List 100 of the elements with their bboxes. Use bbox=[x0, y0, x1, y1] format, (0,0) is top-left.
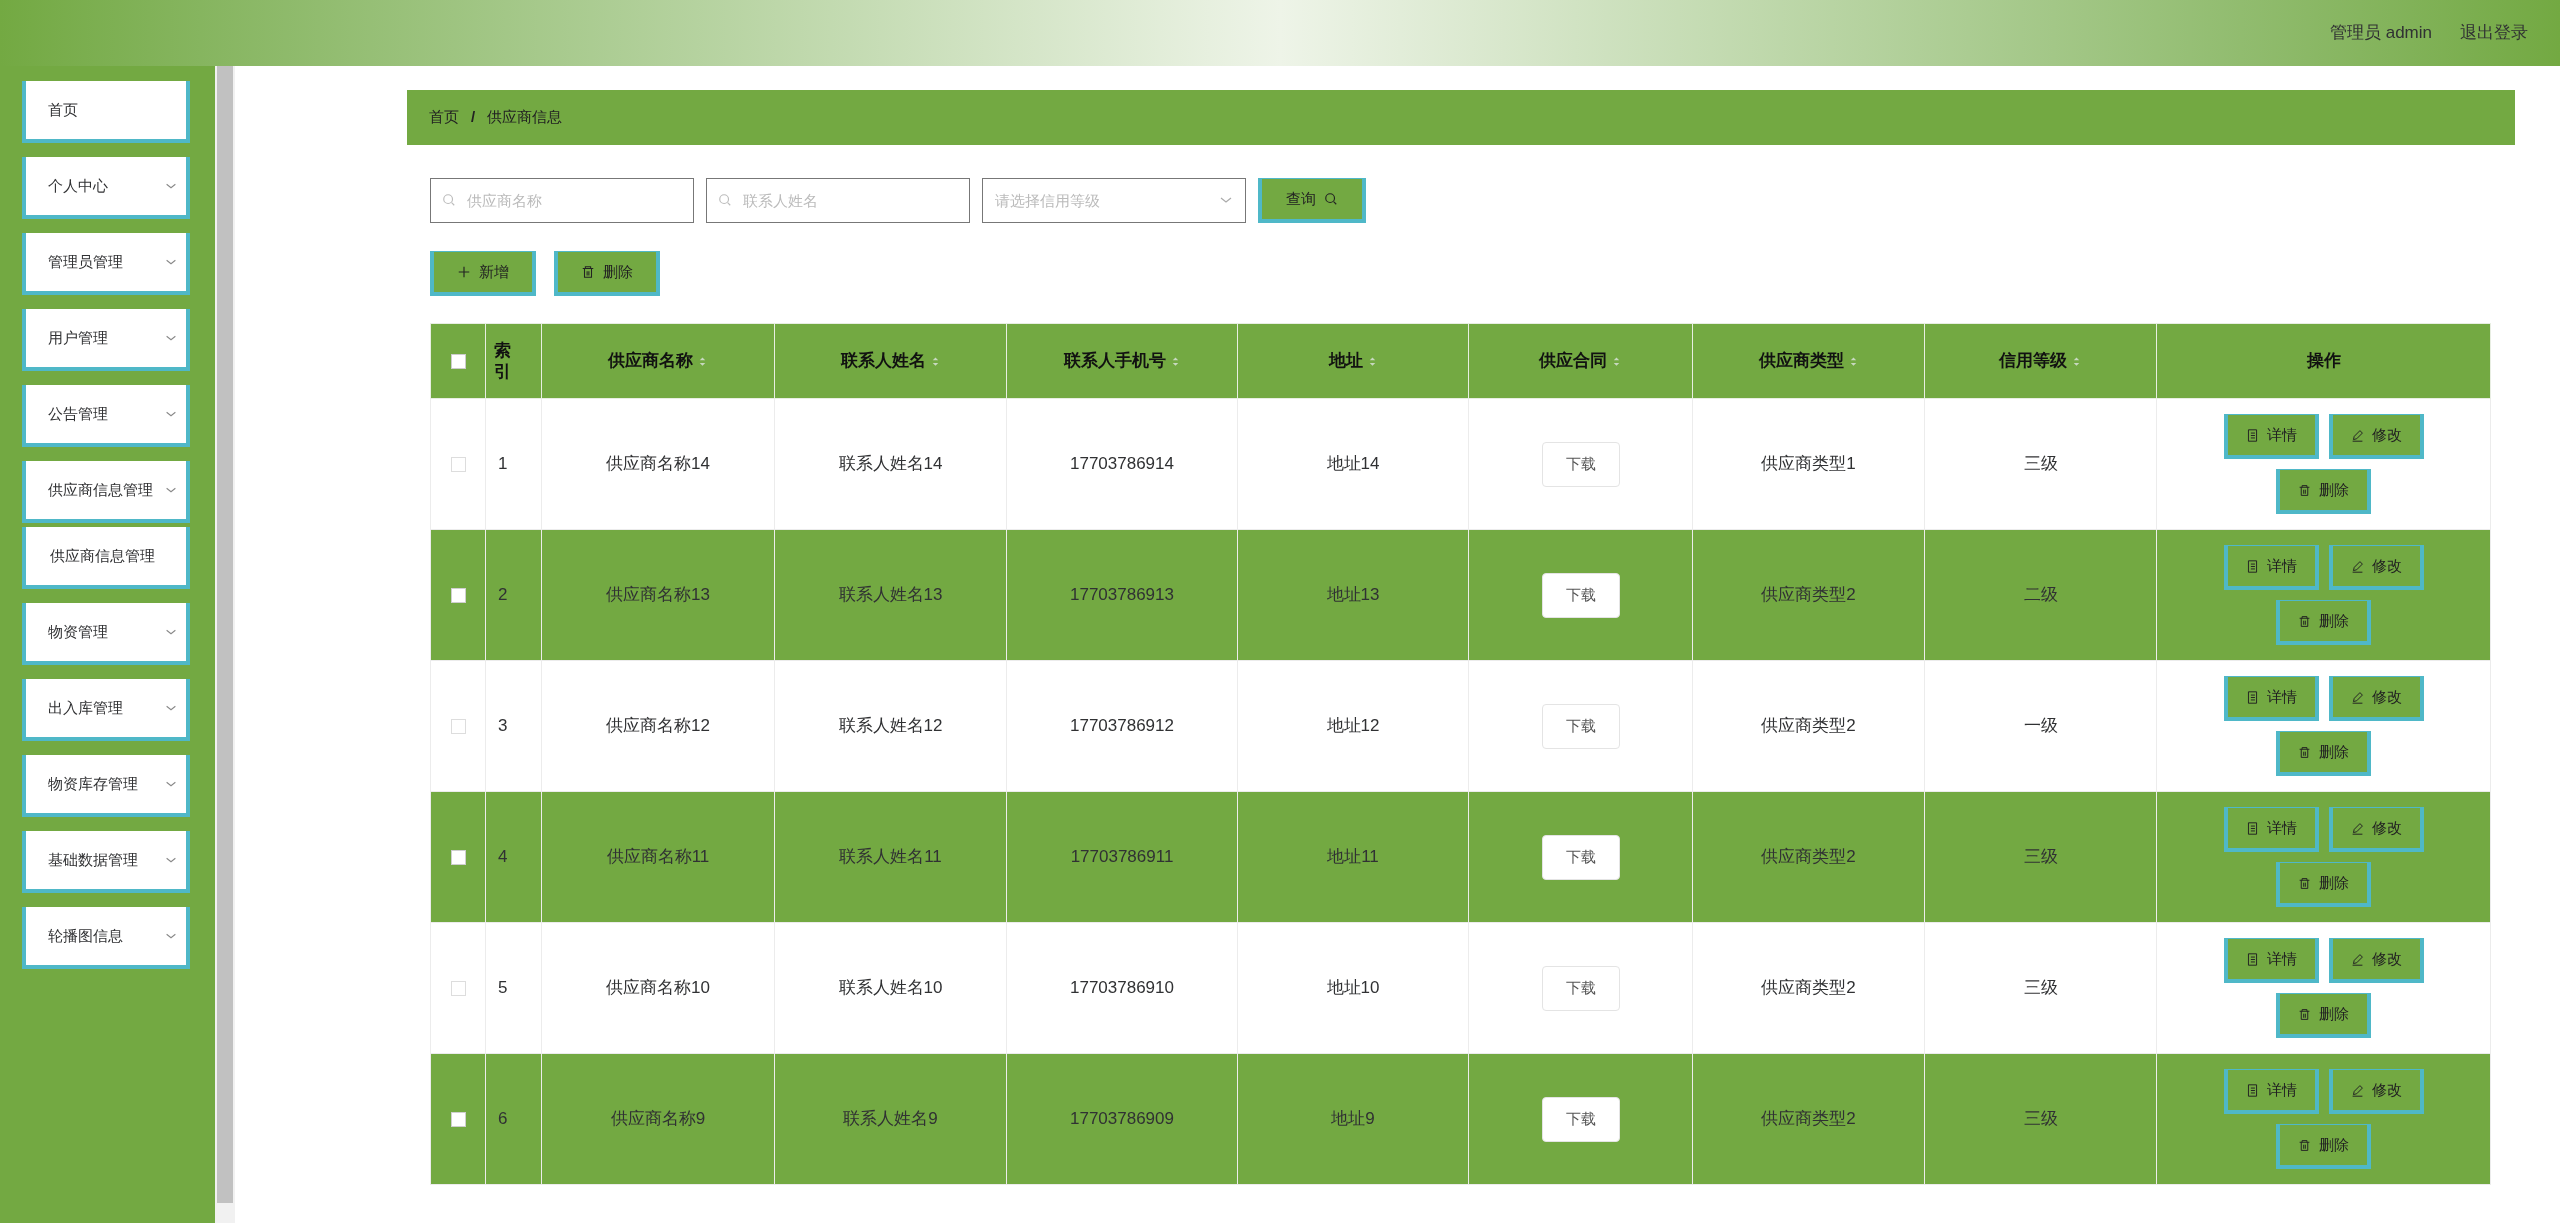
delete-button[interactable]: 删除 bbox=[2276, 469, 2371, 514]
row-checkbox[interactable] bbox=[450, 1112, 466, 1128]
column-header[interactable]: 联系人姓名 bbox=[840, 348, 926, 374]
details-button[interactable]: 详情 bbox=[2223, 938, 2319, 983]
table-cell: 供应商类型1 bbox=[1761, 454, 1856, 474]
table-cell: 地址14 bbox=[1326, 454, 1380, 474]
document-icon bbox=[2245, 1083, 2259, 1097]
document-icon bbox=[2245, 952, 2259, 966]
table-cell: 供应商类型2 bbox=[1761, 847, 1856, 867]
row-checkbox[interactable] bbox=[450, 457, 466, 473]
user-label: 管理员 admin bbox=[2329, 22, 2432, 45]
select-field[interactable]: 请选择信用等级 bbox=[982, 178, 1246, 223]
column-header[interactable]: 供应合同 bbox=[1539, 348, 1607, 374]
row-checkbox[interactable] bbox=[450, 719, 466, 735]
column-header: 索引 bbox=[494, 339, 511, 383]
row-checkbox[interactable] bbox=[450, 588, 466, 604]
delete-button[interactable]: 删除 bbox=[2276, 600, 2371, 645]
table-cell: 联系人姓名13 bbox=[838, 585, 943, 605]
edit-button[interactable]: 修改 bbox=[2328, 1069, 2424, 1114]
breadcrumb-item[interactable]: 首页 bbox=[429, 106, 459, 129]
sidebar-menu-item[interactable]: 出入库管理 bbox=[22, 679, 190, 741]
add-button[interactable]: 新增 bbox=[430, 251, 536, 296]
table-cell: 17703786913 bbox=[1070, 585, 1174, 605]
table-cell: 供应商类型2 bbox=[1761, 585, 1856, 605]
edit-button[interactable]: 修改 bbox=[2328, 676, 2424, 721]
delete-button[interactable]: 删除 bbox=[2276, 1124, 2371, 1169]
sidebar-menu-item[interactable]: 公告管理 bbox=[22, 385, 190, 447]
scrollbar[interactable] bbox=[215, 66, 235, 1223]
table-cell: 供应商名称12 bbox=[606, 716, 710, 736]
details-button[interactable]: 详情 bbox=[2223, 545, 2319, 590]
table-cell: 联系人姓名9 bbox=[843, 1109, 938, 1129]
sidebar-menu-item[interactable]: 物资库存管理 bbox=[22, 755, 190, 817]
query-button[interactable]: 查询 bbox=[1258, 178, 1366, 223]
search-field[interactable]: 供应商名称 bbox=[430, 178, 694, 223]
edit-button[interactable]: 修改 bbox=[2328, 545, 2424, 590]
sidebar-menu-item[interactable]: 个人中心 bbox=[22, 157, 190, 219]
table-cell: 供应商名称9 bbox=[610, 1109, 706, 1129]
details-button[interactable]: 详情 bbox=[2223, 414, 2319, 459]
sidebar-menu-item[interactable]: 轮播图信息 bbox=[22, 907, 190, 969]
sort-icon bbox=[2071, 354, 2082, 368]
table-cell: 三级 bbox=[2023, 1109, 2058, 1129]
download-button[interactable]: 下载 bbox=[1541, 441, 1620, 487]
table-cell: 17703786909 bbox=[1070, 1109, 1174, 1129]
row-checkbox[interactable] bbox=[450, 981, 466, 997]
select-all-checkbox[interactable] bbox=[450, 354, 466, 370]
column-header[interactable]: 地址 bbox=[1328, 348, 1363, 374]
column-header: 操作 bbox=[2306, 350, 2341, 373]
breadcrumb-item: 供应商信息 bbox=[487, 107, 563, 128]
edit-button[interactable]: 修改 bbox=[2328, 414, 2424, 459]
trash-icon bbox=[2298, 1138, 2311, 1152]
table-cell: 4 bbox=[498, 847, 508, 867]
table-cell: 供应商类型2 bbox=[1761, 1109, 1856, 1129]
trash-icon bbox=[2298, 745, 2311, 759]
table-cell: 1 bbox=[498, 454, 508, 474]
sidebar-menu-item[interactable]: 管理员管理 bbox=[22, 233, 190, 295]
details-button[interactable]: 详情 bbox=[2223, 1069, 2319, 1114]
edit-button[interactable]: 修改 bbox=[2328, 938, 2424, 983]
download-button[interactable]: 下载 bbox=[1541, 703, 1620, 749]
sidebar-menu-item[interactable]: 用户管理 bbox=[22, 309, 190, 371]
delete-button[interactable]: 删除 bbox=[554, 251, 660, 296]
delete-button[interactable]: 删除 bbox=[2276, 993, 2371, 1038]
table-cell: 三级 bbox=[2023, 847, 2058, 867]
document-icon bbox=[2245, 559, 2259, 573]
trash-icon bbox=[2298, 614, 2311, 628]
table-cell: 三级 bbox=[2023, 978, 2058, 998]
table-cell: 一级 bbox=[2023, 716, 2058, 736]
download-button[interactable]: 下载 bbox=[1541, 834, 1620, 880]
column-header[interactable]: 联系人手机号 bbox=[1063, 348, 1166, 374]
trash-icon bbox=[2298, 1007, 2311, 1021]
sidebar-menu-item[interactable]: 供应商信息管理 bbox=[22, 461, 190, 523]
table-cell: 供应商名称13 bbox=[606, 585, 710, 605]
column-header[interactable]: 供应商名称 bbox=[608, 348, 693, 374]
table-cell: 17703786914 bbox=[1070, 454, 1174, 474]
row-checkbox[interactable] bbox=[450, 850, 466, 866]
plus-icon bbox=[457, 265, 471, 279]
sidebar-menu-item[interactable]: 供应商信息管理 bbox=[22, 527, 190, 589]
pencil-icon bbox=[2350, 1083, 2364, 1097]
details-button[interactable]: 详情 bbox=[2223, 807, 2319, 852]
download-button[interactable]: 下载 bbox=[1541, 572, 1620, 618]
trash-icon bbox=[581, 265, 595, 279]
table-cell: 17703786911 bbox=[1070, 847, 1174, 867]
download-button[interactable]: 下载 bbox=[1541, 1096, 1620, 1142]
sidebar-menu-item[interactable]: 基础数据管理 bbox=[22, 831, 190, 893]
download-button[interactable]: 下载 bbox=[1541, 965, 1620, 1011]
sidebar-menu-item[interactable]: 物资管理 bbox=[22, 603, 190, 665]
delete-button[interactable]: 删除 bbox=[2276, 731, 2371, 776]
sidebar-menu-item[interactable]: 首页 bbox=[22, 81, 190, 143]
table-cell: 联系人姓名12 bbox=[838, 716, 943, 736]
table-cell: 供应商名称11 bbox=[606, 847, 710, 867]
column-header[interactable]: 供应商类型 bbox=[1758, 348, 1844, 374]
trash-icon bbox=[2298, 483, 2311, 497]
edit-button[interactable]: 修改 bbox=[2328, 807, 2424, 852]
pencil-icon bbox=[2350, 952, 2364, 966]
logout-link[interactable]: 退出登录 bbox=[2460, 20, 2528, 46]
search-field[interactable]: 联系人姓名 bbox=[706, 178, 970, 223]
delete-button[interactable]: 删除 bbox=[2276, 862, 2371, 907]
table-cell: 地址10 bbox=[1326, 978, 1380, 998]
pencil-icon bbox=[2350, 821, 2364, 835]
column-header[interactable]: 信用等级 bbox=[1999, 348, 2067, 374]
details-button[interactable]: 详情 bbox=[2223, 676, 2319, 721]
